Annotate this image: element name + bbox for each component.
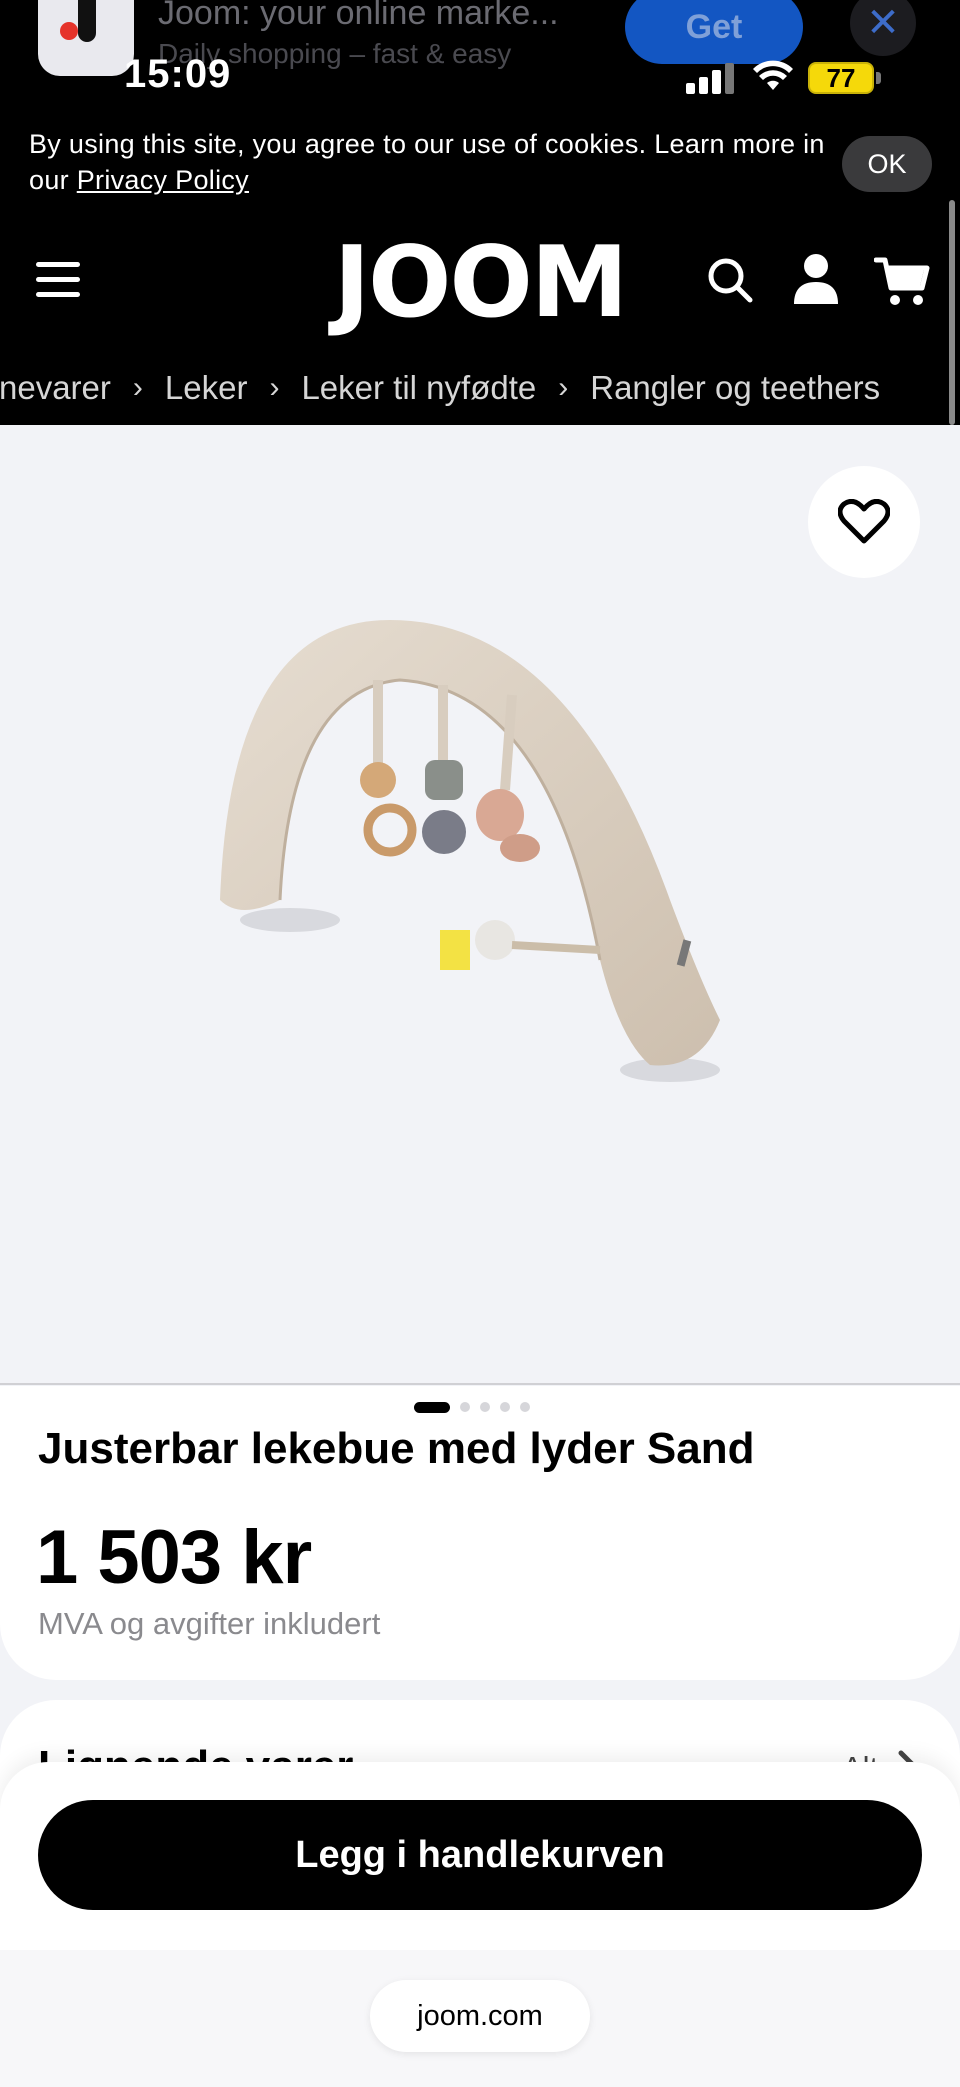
app-icon-stroke — [78, 0, 96, 42]
pagination-dot-active[interactable] — [414, 1401, 450, 1413]
joom-app-icon[interactable] — [38, 0, 134, 76]
breadcrumb-item[interactable]: Leker til nyfødte — [301, 369, 536, 407]
joom-logo[interactable]: JOOM — [300, 226, 660, 340]
vat-note: MVA og avgifter inkludert — [38, 1606, 381, 1641]
pagination-dot[interactable] — [460, 1402, 470, 1412]
app-icon-dot — [60, 22, 78, 40]
heart-icon — [838, 499, 890, 544]
cellular-signal-icon — [686, 62, 736, 94]
status-time: 15:09 — [124, 52, 232, 96]
chevron-right-icon: › — [132, 371, 143, 404]
breadcrumb-item[interactable]: Rangler og teethers — [590, 369, 880, 407]
battery-indicator: 77 — [808, 62, 874, 94]
favorite-button[interactable] — [808, 466, 920, 578]
pagination-dot[interactable] — [520, 1402, 530, 1412]
chevron-right-icon: › — [269, 371, 280, 404]
chevron-right-icon: › — [558, 371, 569, 404]
breadcrumb-item[interactable]: rnevarer — [0, 369, 111, 407]
cookie-notice: By using this site, you agree to our use… — [29, 126, 829, 198]
page-scrollbar[interactable] — [949, 200, 955, 425]
product-image[interactable] — [200, 600, 740, 1100]
app-banner-name: Joom: your online marke... — [158, 0, 559, 32]
pagination-dot[interactable] — [480, 1402, 490, 1412]
battery-tip — [876, 72, 881, 84]
cookie-ok-button[interactable]: OK — [842, 136, 932, 192]
user-icon[interactable] — [792, 252, 840, 306]
browser-url-pill[interactable]: joom.com — [370, 1980, 590, 2052]
menu-icon[interactable] — [36, 262, 80, 298]
gallery-pagination[interactable] — [414, 1401, 530, 1413]
add-to-cart-button[interactable]: Legg i handlekurven — [38, 1800, 922, 1910]
wifi-icon — [753, 60, 793, 90]
close-banner-icon[interactable]: ✕ — [850, 0, 916, 56]
product-title: Justerbar lekebue med lyder Sand — [38, 1424, 755, 1473]
cart-icon[interactable] — [874, 254, 930, 310]
pagination-dot[interactable] — [500, 1402, 510, 1412]
breadcrumb: rnevarer › Leker › Leker til nyfødte › R… — [0, 366, 880, 410]
get-app-button[interactable]: Get — [625, 0, 803, 64]
breadcrumb-item[interactable]: Leker — [165, 369, 248, 407]
privacy-policy-link[interactable]: Privacy Policy — [77, 165, 249, 195]
product-price: 1 503 kr — [36, 1515, 312, 1600]
search-icon[interactable] — [706, 256, 754, 304]
